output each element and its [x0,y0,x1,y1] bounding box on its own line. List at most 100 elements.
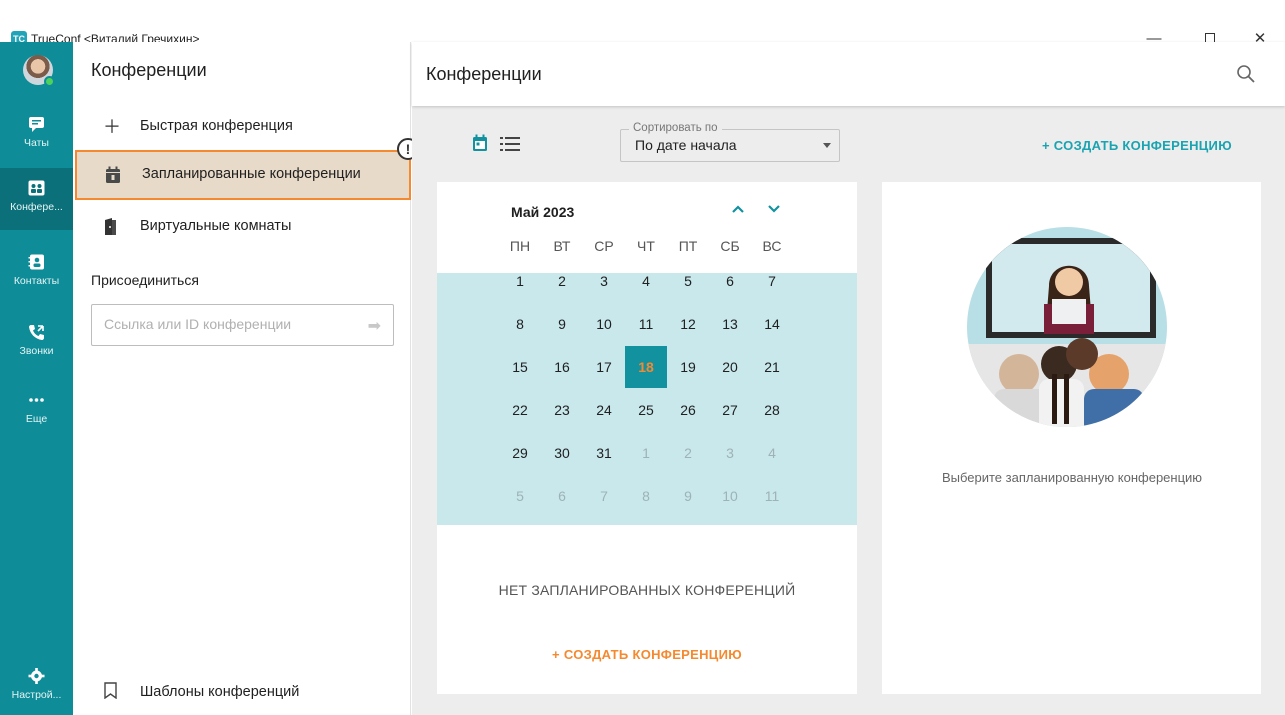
calendar-day[interactable]: 13 [709,303,751,345]
rail-item-calls[interactable]: Звонки [0,312,73,374]
sort-legend: Сортировать по [629,122,722,134]
left-rail: Чаты Конфере... Контакты Звонки Еще Наст… [0,42,73,715]
calendar-day[interactable]: 1 [499,260,541,302]
calendar-day[interactable]: 28 [751,389,793,431]
calendar-day[interactable]: 20 [709,346,751,388]
list-view-icon[interactable] [500,136,520,152]
select-conference-hint: Выберите запланированную конференцию [941,470,1203,485]
rail-item-label: Конфере... [10,201,63,213]
calendar-day[interactable]: 25 [625,389,667,431]
rail-item-chats[interactable]: Чаты [0,104,73,166]
bookmark-icon [104,682,117,699]
rail-item-label: Чаты [24,137,49,149]
conference-illustration [967,227,1167,427]
nav-item-label: Виртуальные комнаты [140,218,292,234]
calendar-day[interactable]: 3 [583,260,625,302]
calendar-day[interactable]: 6 [709,260,751,302]
calendar-day[interactable]: 19 [667,346,709,388]
weekday-label: ВС [762,238,782,254]
calendar-day[interactable]: 14 [751,303,793,345]
sort-select[interactable]: Сортировать по По дате начала [620,122,840,162]
no-conferences-text: НЕТ ЗАПЛАНИРОВАННЫХ КОНФЕРЕНЦИЙ [498,582,796,598]
calendar-day[interactable]: 10 [709,475,751,517]
calendar-day[interactable]: 30 [541,432,583,474]
chevron-down-icon [823,143,831,148]
panel-title: Конференции [91,60,207,80]
calendar-card: Май 2023 ПН ВТ СР ЧТ ПТ СБ ВС 1 2 3 4 5 6 7 8 9 10 11 12 13… [437,182,857,694]
calendar-day[interactable]: 2 [667,432,709,474]
calendar-day[interactable]: 29 [499,432,541,474]
chevron-down-icon[interactable] [767,204,781,214]
calendar-day[interactable]: 8 [499,303,541,345]
calendar-day[interactable]: 7 [583,475,625,517]
calendar-day[interactable]: 5 [667,260,709,302]
calendar-day[interactable]: 18 [625,346,667,388]
calendar-day[interactable]: 17 [583,346,625,388]
title-bar: TC TrueConf <Виталий Гречихин> — ✕ [0,0,1285,47]
calendar-day[interactable]: 3 [709,432,751,474]
calls-icon [29,325,44,340]
weekday-label: ВТ [553,238,571,254]
calendar-day[interactable]: 11 [751,475,793,517]
calendar-day[interactable]: 1 [625,432,667,474]
nav-item-scheduled-conferences[interactable]: Запланированные конференции [75,150,411,200]
online-status-dot [44,76,55,87]
calendar-day[interactable]: 22 [499,389,541,431]
calendar-day[interactable]: 9 [541,303,583,345]
calendar-day[interactable]: 5 [499,475,541,517]
conference-link-input[interactable] [104,316,354,332]
calendar-day[interactable]: 4 [751,432,793,474]
calendar-day[interactable]: 4 [625,260,667,302]
calendar-day[interactable]: 2 [541,260,583,302]
calendar-day[interactable]: 8 [625,475,667,517]
chevron-up-icon[interactable] [731,204,745,214]
plus-icon: ＋ [103,117,121,137]
calendar-day[interactable]: 21 [751,346,793,388]
arrow-right-icon[interactable]: ➡ [368,316,381,336]
calendar-day[interactable]: 10 [583,303,625,345]
nav-item-label: Быстрая конференция [140,118,293,134]
calendar-day[interactable]: 31 [583,432,625,474]
rail-item-label: Настрой... [11,689,62,701]
more-icon [29,398,44,402]
calendar-day[interactable]: 23 [541,389,583,431]
rail-item-more[interactable]: Еще [0,380,73,442]
nav-item-label: Шаблоны конференций [140,684,300,700]
calendar-day[interactable]: 6 [541,475,583,517]
conference-icon [28,180,45,196]
calendar-month: Май 2023 [511,204,575,220]
avatar[interactable] [23,55,55,87]
create-conference-button[interactable]: + СОЗДАТЬ КОНФЕРЕНЦИЮ [1042,138,1232,153]
create-conference-link[interactable]: + СОЗДАТЬ КОНФЕРЕНЦИЮ [437,647,857,662]
nav-item-quick-conference[interactable]: ＋ Быстрая конференция [73,102,411,152]
weekday-label: СР [594,238,614,254]
calendar-view-icon[interactable] [472,134,488,152]
join-label: Присоединиться [91,272,199,288]
nav-item-templates[interactable]: Шаблоны конференций [73,670,411,714]
calendar-day[interactable]: 11 [625,303,667,345]
rail-item-conferences[interactable]: Конфере... [0,168,73,230]
calendar-day[interactable]: 7 [751,260,793,302]
conferences-panel: Конференции ＋ Быстрая конференция Заплан… [73,42,419,715]
conference-details-card: Выберите запланированную конференцию [882,182,1261,694]
rail-item-contacts[interactable]: Контакты [0,242,73,304]
calendar-day[interactable]: 15 [499,346,541,388]
nav-item-virtual-rooms[interactable]: Виртуальные комнаты [73,202,411,252]
calendar-day[interactable]: 27 [709,389,751,431]
search-icon[interactable] [1236,64,1256,84]
calendar-day[interactable]: 24 [583,389,625,431]
door-icon [105,218,116,235]
calendar-day[interactable]: 16 [541,346,583,388]
gear-icon [28,668,45,684]
nav-item-label: Запланированные конференции [142,166,361,182]
rail-item-settings[interactable]: Настрой... [0,656,73,715]
main-header: Конференции [412,42,1285,106]
calendar-day[interactable]: 26 [667,389,709,431]
rail-item-label: Контакты [13,275,60,287]
conference-link-field[interactable]: ➡ [91,304,394,346]
calendar-day[interactable]: 12 [667,303,709,345]
calendar-day[interactable]: 9 [667,475,709,517]
chat-icon [29,117,44,132]
contacts-icon [28,254,44,270]
calendar-icon [106,166,120,183]
